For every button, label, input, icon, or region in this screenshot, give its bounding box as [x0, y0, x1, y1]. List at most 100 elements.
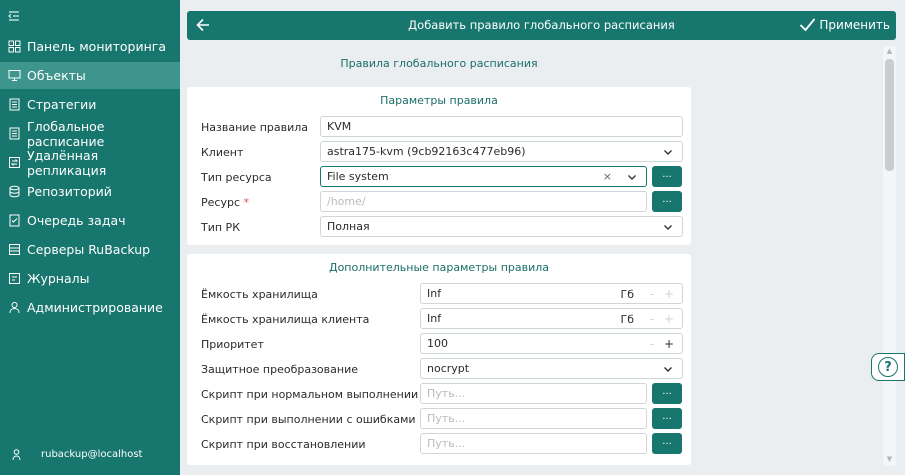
apply-label: Применить [819, 17, 890, 32]
backup-type-select[interactable]: Полная [320, 216, 683, 237]
collapse-icon[interactable] [8, 10, 20, 24]
rule-params-card: Параметры правила Название правила KVM К… [187, 87, 691, 245]
sidebar-item-label: Журналы [27, 271, 90, 286]
user-name: rubackup@localhost [41, 449, 143, 460]
sidebar-item-label: Глобальное расписание [27, 118, 105, 149]
sidebar-item-remote-replication[interactable]: Удалённая репликация [0, 147, 180, 178]
resource-type-browse-button[interactable]: ... [652, 166, 682, 187]
help-icon: ? [878, 357, 898, 377]
rule-name-field[interactable]: KVM [320, 116, 683, 137]
client-storage-capacity-stepper[interactable]: Inf Гб - + [420, 308, 683, 329]
backup-type-value: Полная [327, 220, 370, 233]
decrement-button[interactable]: - [650, 312, 654, 326]
resource-type-select[interactable]: File system × [320, 166, 647, 187]
sidebar-item-label: Очередь задач [27, 213, 126, 228]
journal-icon [8, 272, 21, 285]
apply-button[interactable]: Применить [799, 17, 890, 32]
protection-value: nocrypt [427, 362, 470, 375]
replication-icon [8, 156, 21, 169]
sidebar-item-global-schedule[interactable]: Глобальное расписание [0, 118, 180, 149]
client-storage-capacity-value: Inf [427, 312, 442, 325]
task-queue-icon [8, 214, 21, 227]
sidebar-item-label: Репозиторий [27, 184, 112, 199]
storage-capacity-unit: Гб [620, 288, 635, 301]
sidebar-item-strategies[interactable]: Стратегии [0, 91, 180, 118]
required-marker: * [243, 196, 250, 209]
sidebar-item-administration[interactable]: Администрирование [0, 294, 180, 321]
extra-params-card: Дополнительные параметры правила Ёмкость… [187, 254, 691, 465]
section-title: Правила глобального расписания [340, 57, 538, 70]
script-restore-field[interactable]: Путь... [420, 433, 647, 454]
sidebar-item-label: Удалённая репликация [27, 147, 107, 178]
chevron-down-icon [664, 150, 672, 155]
server-icon [8, 243, 21, 256]
script-error-field[interactable]: Путь... [420, 408, 647, 429]
sidebar-item-objects[interactable]: Объекты [0, 62, 180, 89]
protection-label: Защитное преобразование [201, 363, 358, 376]
increment-button[interactable]: + [664, 337, 674, 351]
help-button[interactable]: ? [871, 353, 905, 381]
script-normal-label: Скрипт при нормальном выполнении [201, 388, 419, 401]
clear-icon[interactable]: × [603, 170, 612, 183]
script-normal-browse-button[interactable]: ... [652, 383, 682, 404]
script-restore-browse-button[interactable]: ... [652, 433, 682, 454]
storage-capacity-stepper[interactable]: Inf Гб - + [420, 283, 683, 304]
sidebar-item-label: Стратегии [27, 97, 97, 112]
scroll-down-icon[interactable]: ▼ [883, 455, 896, 465]
sidebar-item-servers[interactable]: Серверы RuBackup [0, 236, 180, 263]
scrollbar-thumb[interactable] [885, 59, 894, 171]
monitor-icon [8, 69, 21, 82]
form-title: Добавить правило глобального расписания [408, 18, 675, 32]
form-header: Добавить правило глобального расписания … [187, 11, 896, 40]
sidebar-item-dashboard[interactable]: Панель мониторинга [0, 33, 180, 60]
script-normal-field[interactable]: Путь... [420, 383, 647, 404]
sidebar-item-journals[interactable]: Журналы [0, 265, 180, 292]
client-storage-capacity-unit: Гб [620, 313, 635, 326]
script-error-placeholder: Путь... [427, 412, 466, 425]
rule-name-value: KVM [327, 120, 352, 133]
priority-stepper[interactable]: 100 - + [420, 333, 683, 354]
script-normal-placeholder: Путь... [427, 387, 466, 400]
chevron-down-icon [628, 175, 636, 180]
resource-field[interactable]: /home/ [320, 191, 647, 212]
sidebar-item-task-queue[interactable]: Очередь задач [0, 207, 180, 234]
scroll-up-icon[interactable]: ▲ [883, 47, 896, 57]
priority-label: Приоритет [201, 338, 264, 351]
resource-browse-button[interactable]: ... [652, 191, 682, 212]
client-select[interactable]: astra175-kvm (9cb92163c477eb96) [320, 141, 683, 162]
increment-button[interactable]: + [664, 287, 674, 301]
admin-icon [8, 301, 21, 314]
protection-select[interactable]: nocrypt [420, 358, 683, 379]
rule-params-title: Параметры правила [380, 94, 498, 107]
sidebar-item-label: Серверы RuBackup [27, 242, 151, 257]
database-icon [8, 185, 21, 198]
sidebar-item-label: Панель мониторинга [27, 39, 167, 54]
resource-label-text: Ресурс [201, 196, 240, 209]
chevron-down-icon [664, 367, 672, 372]
sidebar-item-label: Объекты [27, 68, 86, 83]
strategy-icon [8, 98, 21, 111]
checkmark-icon [800, 18, 816, 32]
client-storage-capacity-label: Ёмкость хранилища клиента [201, 313, 370, 326]
sidebar: Панель мониторинга Объекты Стратегии Гло… [0, 0, 180, 475]
sidebar-item-repository[interactable]: Репозиторий [0, 178, 180, 205]
client-value: astra175-kvm (9cb92163c477eb96) [327, 145, 526, 158]
chevron-down-icon [664, 225, 672, 230]
schedule-icon [8, 127, 21, 140]
sidebar-item-label: Администрирование [27, 300, 163, 315]
current-user[interactable]: rubackup@localhost [10, 448, 142, 461]
dashboard-icon [8, 40, 21, 53]
script-restore-label: Скрипт при восстановлении [201, 438, 366, 451]
priority-value: 100 [427, 337, 448, 350]
extra-params-title: Дополнительные параметры правила [328, 261, 550, 274]
resource-label: Ресурс * [201, 196, 249, 209]
storage-capacity-value: Inf [427, 287, 442, 300]
script-error-browse-button[interactable]: ... [652, 408, 682, 429]
decrement-button[interactable]: - [650, 337, 654, 351]
storage-capacity-label: Ёмкость хранилища [201, 288, 318, 301]
vertical-scrollbar[interactable]: ▲ ▼ [883, 46, 896, 466]
decrement-button[interactable]: - [650, 287, 654, 301]
rule-name-label: Название правила [201, 121, 309, 134]
increment-button[interactable]: + [664, 312, 674, 326]
resource-placeholder: /home/ [327, 195, 366, 208]
